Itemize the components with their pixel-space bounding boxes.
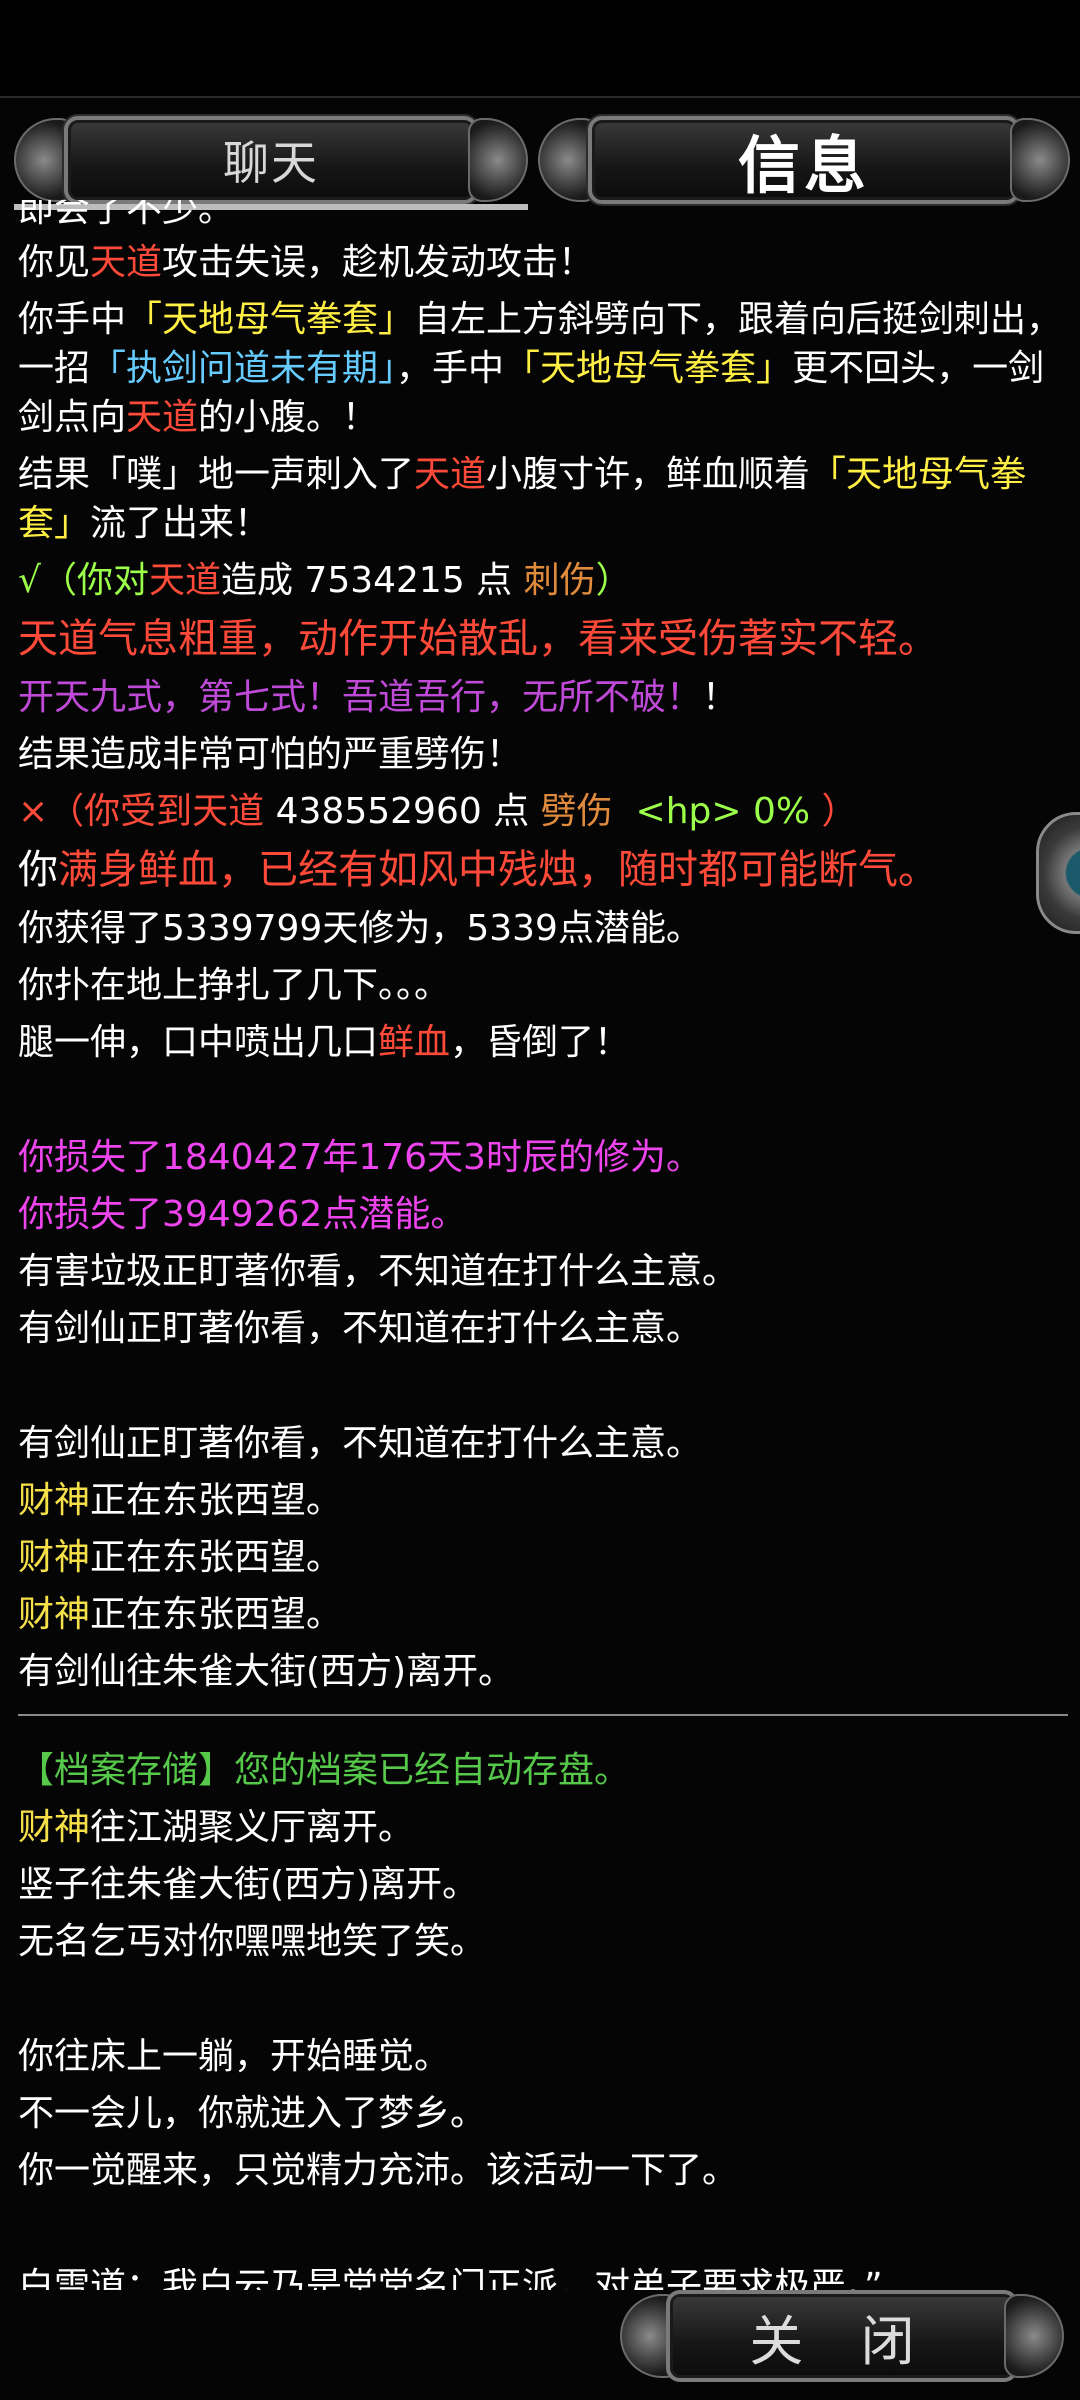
- blood-text: 鲜血: [378, 1022, 451, 1063]
- damage-type: 刺伤: [523, 560, 596, 601]
- status-text: 满身鲜血，已经有如风中残烛，随时都可能断气。: [58, 847, 938, 893]
- damage-suffix: ）: [810, 791, 858, 832]
- log-text: 正在东张西望。: [90, 1594, 343, 1635]
- tab-info-plate: 信息: [588, 116, 1020, 204]
- log-line: 不一会儿，你就进入了梦乡。: [18, 2093, 487, 2134]
- log-text: 正在东张西望。: [90, 1480, 343, 1521]
- log-line: 结果造成非常可怕的严重劈伤！: [18, 734, 523, 775]
- damage-value: 438552960 点: [264, 791, 541, 832]
- log-text: ！: [702, 677, 739, 718]
- log-line: 【档案存储】您的档案已经自动存盘。: [18, 1750, 631, 1791]
- log-line: 有剑仙往朱雀大街(西方)离开。: [18, 1651, 515, 1692]
- weapon-name: 「天地母气拳套」: [126, 299, 415, 340]
- log-gap: [18, 1974, 1068, 2032]
- log-line: 你损失了3949262点潜能。: [18, 1194, 467, 1235]
- log-line: √（你对天道造成 7534215 点 刺伤）: [18, 556, 1068, 605]
- tab-chat-label: 聊天: [223, 136, 319, 190]
- damage-prefix: √（你对: [18, 560, 149, 601]
- log-line: 你一觉醒来，只觉精力充沛。该活动一下了。: [18, 2150, 739, 2191]
- log-text: ，手中: [396, 348, 505, 389]
- log-line: 有剑仙正盯著你看，不知道在打什么主意。: [18, 1308, 703, 1349]
- log-text: 结果「噗」地一声刺入了: [18, 454, 415, 495]
- log-line: 无名乞丐对你嘿嘿地笑了笑。: [18, 1921, 487, 1962]
- damage-value: 造成 7534215 点: [220, 560, 524, 601]
- log-line: 你满身鲜血，已经有如风中残烛，随时都可能断气。: [18, 844, 1068, 896]
- ornament-right-icon: [1004, 2294, 1064, 2378]
- tab-chat[interactable]: 聊天: [14, 112, 528, 208]
- damage-suffix: ）: [595, 560, 632, 601]
- log-text: 腿一伸，口中喷出几口: [18, 1022, 379, 1063]
- log-line: 你获得了5339799天修为，5339点潜能。: [18, 908, 702, 949]
- tab-chat-plate: 聊天: [64, 116, 478, 204]
- log-line: 有剑仙正盯著你看，不知道在打什么主意。: [18, 1423, 703, 1464]
- ornament-right-icon: [468, 118, 528, 202]
- ornament-right-icon: [1010, 118, 1070, 202]
- log-text: 小腹寸许，鲜血顺着: [486, 454, 811, 495]
- log-line: 你手中「天地母气拳套」自左上方斜劈向下，跟着向后挺剑刺出，一招「执剑问道未有期」…: [18, 295, 1068, 442]
- message-log[interactable]: 即会了不少。 你见天道攻击失误，趁机发动攻击！ 你手中「天地母气拳套」自左上方斜…: [18, 200, 1068, 2280]
- log-text: 的小腹。！: [198, 397, 379, 438]
- close-button-label: 关 闭: [749, 2309, 935, 2373]
- npc-name: 天道: [90, 242, 163, 283]
- hp-readout: <hp> 0%: [612, 791, 811, 832]
- log-line: 财神正在东张西望。: [18, 1476, 1068, 1525]
- log-line: 你扑在地上挣扎了几下。。。: [18, 965, 451, 1006]
- log-text: 流了出来！: [90, 503, 271, 544]
- log-gap: [18, 1075, 1068, 1133]
- close-button[interactable]: 关 闭: [620, 2284, 1064, 2388]
- damage-prefix: ×（你受到天道: [18, 791, 265, 832]
- npc-name: 天道: [414, 454, 487, 495]
- log-line: 你损失了1840427年176天3时辰的修为。: [18, 1137, 702, 1178]
- log-line: ×（你受到天道 438552960 点 劈伤 <hp> 0% ）: [18, 787, 1068, 836]
- weapon-name: 「天地母气拳套」: [504, 348, 793, 389]
- damage-type: 劈伤: [540, 791, 613, 832]
- log-line: 财神正在东张西望。: [18, 1533, 1068, 1582]
- tab-info-label: 信息: [737, 129, 870, 202]
- log-text: 你见: [18, 242, 91, 283]
- log-text: 往江湖聚义厅离开。: [90, 1807, 415, 1848]
- npc-name: 财神: [18, 1480, 91, 1521]
- npc-name: 财神: [18, 1594, 91, 1635]
- log-line-cut: 即会了不少。: [18, 200, 1068, 230]
- log-line: 财神正在东张西望。: [18, 1590, 1068, 1639]
- log-line: 你见天道攻击失误，趁机发动攻击！: [18, 238, 1068, 287]
- log-line: 结果「噗」地一声刺入了天道小腹寸许，鲜血顺着「天地母气拳套」流了出来！: [18, 450, 1068, 548]
- npc-name: 天道: [148, 560, 221, 601]
- skill-name: 「执剑问道未有期」: [90, 348, 397, 389]
- log-line: 你往床上一躺，开始睡觉。: [18, 2036, 451, 2077]
- log-line: 天道气息粗重，动作开始散乱，看来受伤著实不轻。: [18, 616, 938, 662]
- skill-shout: 开天九式，第七式！吾道吾行，无所不破！: [18, 677, 703, 718]
- log-line: 财神往江湖聚义厅离开。: [18, 1803, 1068, 1852]
- log-divider: [18, 1714, 1068, 1716]
- log-text: 你: [18, 847, 58, 893]
- log-line: 开天九式，第七式！吾道吾行，无所不破！！: [18, 673, 1068, 722]
- log-line: 有害垃圾正盯著你看，不知道在打什么主意。: [18, 1251, 739, 1292]
- close-button-plate: 关 闭: [666, 2290, 1018, 2382]
- npc-name: 财神: [18, 1537, 91, 1578]
- log-text: ，昏倒了！: [450, 1022, 631, 1063]
- tab-info[interactable]: 信息: [538, 112, 1070, 208]
- npc-name: 财神: [18, 1807, 91, 1848]
- npc-name: 天道: [126, 397, 199, 438]
- status-bar: [0, 0, 1080, 96]
- log-gap: [18, 1361, 1068, 1419]
- log-text: 攻击失误，趁机发动攻击！: [162, 242, 595, 283]
- log-line: 竖子往朱雀大街(西方)离开。: [18, 1864, 479, 1905]
- log-text: 你手中: [18, 299, 127, 340]
- log-text: 正在东张西望。: [90, 1537, 343, 1578]
- log-line: 腿一伸，口中喷出几口鲜血，昏倒了！: [18, 1018, 1068, 1067]
- log-text: 即会了不少。: [18, 200, 235, 230]
- side-drawer-handle[interactable]: [1036, 812, 1080, 934]
